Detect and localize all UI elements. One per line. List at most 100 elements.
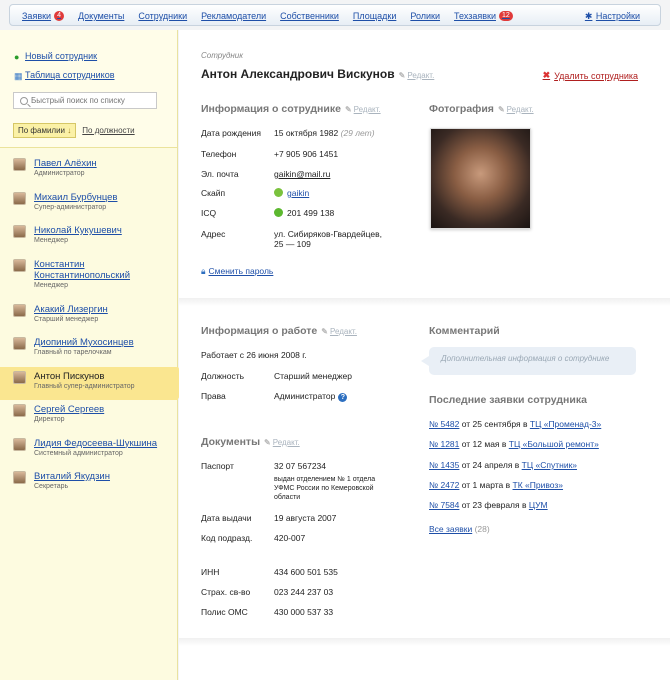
- comment-section-title: Комментарий: [429, 325, 500, 337]
- search-input[interactable]: [31, 96, 151, 105]
- issued-by-line: УФМС России по Кемеровской: [274, 485, 374, 492]
- list-item[interactable]: Павел Алёхин Администратор: [0, 154, 177, 188]
- sort-by-name-button[interactable]: По фамилии ↓: [13, 123, 77, 138]
- edit-photo-link[interactable]: Редакт.: [507, 105, 534, 114]
- delete-employee-link[interactable]: ✖ Удалить сотрудника: [543, 70, 638, 81]
- list-item[interactable]: Сергей Сергеев Директор: [0, 400, 177, 434]
- code-row: Код подразд. 420-007: [201, 533, 305, 543]
- settings-link[interactable]: ✱ Настройки: [585, 11, 640, 21]
- list-item[interactable]: Михаил Бурбунцев Супер-администратор: [0, 188, 177, 222]
- birth-date: 15 октября 1982: [274, 128, 339, 138]
- nav-item-tech-requests[interactable]: Техзаявки 12: [454, 11, 513, 21]
- list-item[interactable]: Виталий Якудзин Секретарь: [0, 467, 177, 501]
- comment-field[interactable]: Дополнительная информация о сотруднике: [421, 347, 636, 375]
- age: (29 лет): [340, 128, 375, 138]
- employee-name: Николай Кукушевич: [34, 225, 122, 236]
- change-password-label: Сменить пароль: [208, 266, 274, 276]
- nav-item-videos[interactable]: Ролики: [410, 11, 440, 21]
- employee-role: Директор: [34, 416, 65, 423]
- nav-item-owners[interactable]: Собственники: [280, 11, 339, 21]
- employee-name: Диопиний Мухосинцев: [34, 337, 134, 348]
- request-item: № 1435 от 24 апреля в ТЦ «Спутник»: [429, 460, 577, 470]
- employee-table-link[interactable]: ▦ Таблица сотрудников: [14, 70, 115, 81]
- request-number-link[interactable]: № 5482: [429, 419, 459, 429]
- request-item: № 1281 от 12 мая в ТЦ «Большой ремонт»: [429, 439, 599, 449]
- documents-title: Документы: [201, 436, 261, 448]
- address-value: ул. Сибиряков-Гвардейцев, 25 — 109: [274, 229, 382, 249]
- sort-by-position-link[interactable]: По должности: [82, 126, 134, 135]
- email-label: Эл. почта: [201, 169, 239, 179]
- section-divider: [179, 298, 670, 306]
- skype-link[interactable]: gaikin: [287, 188, 309, 198]
- passport-label: Паспорт: [201, 461, 234, 471]
- request-place-link[interactable]: ТЦ «Спутник»: [522, 460, 577, 470]
- passport-value: 32 07 567234: [274, 461, 326, 471]
- list-item[interactable]: Диопиний Мухосинцев Главный по тарелочкам: [0, 333, 177, 367]
- email-link[interactable]: gaikin@mail.ru: [274, 169, 330, 179]
- gear-icon: ✱: [584, 11, 593, 21]
- request-number-link[interactable]: № 2472: [429, 480, 459, 490]
- nav-item-employees[interactable]: Сотрудники: [138, 11, 187, 21]
- code-label: Код подразд.: [201, 533, 253, 543]
- request-place-link[interactable]: ТК «Привоз»: [513, 480, 564, 490]
- edit-info-link[interactable]: Редакт.: [354, 105, 381, 114]
- request-place-link[interactable]: ТЦ «Большой ремонт»: [509, 439, 599, 449]
- request-place-link[interactable]: ЦУМ: [529, 500, 548, 510]
- employee-role: Главный по тарелочкам: [34, 349, 112, 356]
- employee-name: Лидия Федосеева-Шукшина: [34, 437, 158, 449]
- list-item[interactable]: Акакий Лизергин Старший менеджер: [0, 300, 177, 334]
- nav-item-advertisers[interactable]: Рекламодатели: [201, 11, 266, 21]
- employee-name: Константин Константинопольский: [34, 258, 131, 281]
- employee-role: Администратор: [34, 170, 85, 177]
- address-row: Адрес ул. Сибиряков-Гвардейцев, 25 — 109: [201, 229, 382, 249]
- change-password-link[interactable]: 🔒︎ Сменить пароль: [201, 266, 273, 277]
- sidebar-header: ● Новый сотрудник ▦ Таблица сотрудников …: [0, 30, 177, 148]
- employee-full-name: Антон Александрович Вискунов: [201, 67, 395, 81]
- nav-item-venues[interactable]: Площадки: [353, 11, 396, 21]
- edit-documents-link[interactable]: Редакт.: [273, 438, 300, 447]
- nav-item-requests[interactable]: Заявки 4: [22, 11, 64, 21]
- snils-value: 023 244 237 03: [274, 587, 334, 597]
- request-number-link[interactable]: № 1281: [429, 439, 459, 449]
- employee-role: Старший менеджер: [34, 315, 99, 323]
- issued-by-line: выдан отделением № 1 отдела: [274, 476, 376, 483]
- avatar: [13, 303, 26, 317]
- avatar: [13, 225, 26, 238]
- nav-item-documents[interactable]: Документы: [78, 11, 124, 21]
- icq-value: 201 499 138: [287, 208, 335, 218]
- list-item[interactable]: Николай Кукушевич Менеджер: [0, 221, 177, 255]
- avatar: [13, 404, 26, 417]
- issued-by-value: выдан отделением № 1 отдела УФМС России п…: [274, 475, 375, 502]
- request-number-link[interactable]: № 1435: [429, 460, 459, 470]
- quick-search[interactable]: [13, 92, 157, 109]
- pencil-icon: ✎: [398, 71, 406, 80]
- request-item: № 5482 от 25 сентября в ТЦ «Променад-3»: [429, 419, 601, 429]
- list-item-selected[interactable]: Антон Пискунов Главный супер-администрато…: [0, 366, 188, 400]
- employee-name: Сергей Сергеев: [34, 404, 105, 415]
- employee-table-label: Таблица сотрудников: [25, 70, 115, 80]
- photo-section-title: Фотография ✎ Редакт.: [429, 103, 534, 115]
- phone-value: +7 905 906 1451: [274, 149, 339, 159]
- lock-icon: 🔒︎: [201, 266, 206, 276]
- request-place-link[interactable]: ТЦ «Променад-3»: [530, 419, 601, 429]
- help-icon[interactable]: ?: [338, 393, 348, 402]
- employee-role: Главный супер-администратор: [34, 382, 135, 390]
- rights-label: Права: [201, 391, 226, 401]
- request-text: от 25 сентября в: [459, 419, 530, 429]
- search-icon: [20, 96, 28, 105]
- new-employee-link[interactable]: ● Новый сотрудник: [14, 51, 97, 62]
- settings-label: Настройки: [595, 11, 640, 21]
- request-text: от 23 февраля в: [459, 500, 529, 510]
- employee-name: Акакий Лизергин: [34, 303, 108, 315]
- edit-work-link[interactable]: Редакт.: [330, 327, 357, 336]
- list-item[interactable]: Константин Константинопольский Менеджер: [0, 255, 177, 300]
- skype-icon: [274, 188, 283, 197]
- avatar: [13, 471, 26, 484]
- issue-date-row: Дата выдачи 19 августа 2007: [201, 513, 336, 523]
- edit-name-link[interactable]: Редакт.: [407, 71, 434, 80]
- request-number-link[interactable]: № 7584: [429, 500, 459, 510]
- rights-value: Администратор: [274, 391, 336, 401]
- list-item[interactable]: Лидия Федосеева-Шукшина Системный админис…: [0, 434, 177, 468]
- issue-date-label: Дата выдачи: [201, 513, 252, 523]
- all-requests-link[interactable]: Все заявки: [429, 524, 472, 534]
